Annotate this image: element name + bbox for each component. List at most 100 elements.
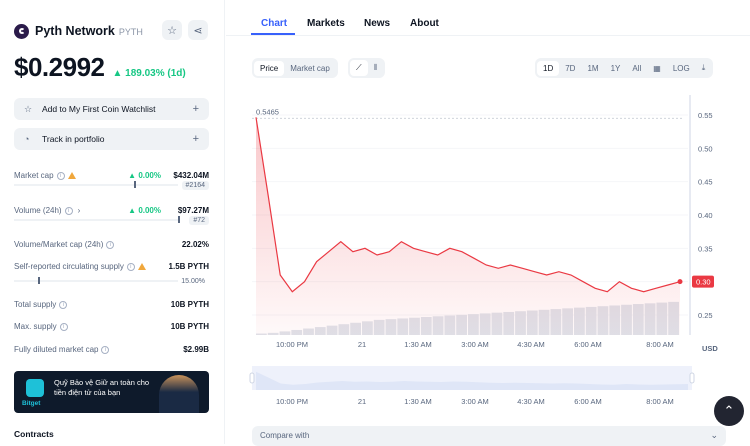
add-watchlist-button[interactable]: ☆ Add to My First Coin Watchlist + xyxy=(14,98,209,120)
chevron-right-icon[interactable]: › xyxy=(78,206,81,215)
bitget-logo-icon xyxy=(26,379,44,397)
volume-stat: Volume (24h) i › ▲ 0.00% $97.27M #72 xyxy=(14,206,209,230)
info-icon[interactable]: i xyxy=(106,240,115,249)
x-tick-label: 1:30 AM xyxy=(404,340,432,349)
tab-chart[interactable]: Chart xyxy=(261,18,287,29)
plus-icon: + xyxy=(192,133,199,145)
info-icon[interactable]: i xyxy=(126,262,135,271)
navigator-tick-label: 1:30 AM xyxy=(404,397,432,406)
tab-markets[interactable]: Markets xyxy=(307,18,345,29)
coin-symbol: PYTH xyxy=(118,27,143,37)
ad-person-image xyxy=(159,375,199,413)
coin-price: $0.2992 xyxy=(14,52,105,82)
warning-icon[interactable] xyxy=(137,263,146,271)
range-navigator[interactable]: 10:00 PM 21 1:30 AM 3:00 AM 4:30 AM 6:00 AM 8:… xyxy=(248,366,696,424)
x-tick-label: 4:30 AM xyxy=(517,340,545,349)
total-supply-label: Total supply xyxy=(14,300,57,309)
vol-mcap-value: 22.02% xyxy=(181,240,209,249)
calendar-icon[interactable]: ▦ xyxy=(647,61,667,76)
track-portfolio-label: Track in portfolio xyxy=(42,134,105,144)
volume-rank: #72 xyxy=(189,216,209,225)
market-cap-label: Market cap xyxy=(14,171,54,180)
chevron-down-icon: ⌄ xyxy=(710,430,718,440)
y-tick-label: 0.55 xyxy=(698,111,713,120)
range-toggle: 1D 7D 1M 1Y All ▦ LOG ⤓ xyxy=(535,58,714,78)
circ-supply-pct: 15.00% xyxy=(181,278,205,285)
ad-text: Quỹ Bảo vệ Giữ an toàn cho tiền điện tử … xyxy=(54,378,150,397)
market-cap-change: ▲ 0.00% xyxy=(128,171,161,180)
high-value-label: 0.5465 xyxy=(256,107,279,116)
navigator-tick-label: 8:00 AM xyxy=(646,397,674,406)
x-tick-label: 6:00 AM xyxy=(574,340,602,349)
circ-supply-value: 1.5B PYTH xyxy=(168,262,209,271)
track-portfolio-button[interactable]: ◔ Track in portfolio + xyxy=(14,128,209,150)
currency-label: USD xyxy=(702,344,718,353)
max-supply-stat: Max. supply i 10B PYTH xyxy=(14,322,209,334)
range-1y[interactable]: 1Y xyxy=(605,61,627,76)
range-7d[interactable]: 7D xyxy=(559,61,581,76)
max-supply-label: Max. supply xyxy=(14,322,57,331)
contracts-heading: Contracts xyxy=(14,429,54,439)
navigator-tick-label: 3:00 AM xyxy=(461,397,489,406)
info-icon[interactable]: i xyxy=(56,171,65,180)
navigator-tick-label: 6:00 AM xyxy=(574,397,602,406)
chart-type-toggle: Price Market cap xyxy=(252,58,338,78)
navigator-tick-label: 21 xyxy=(358,397,366,406)
volume-bar xyxy=(14,216,180,223)
y-tick-label: 0.35 xyxy=(698,244,713,253)
info-icon[interactable]: i xyxy=(64,206,73,215)
y-tick-label: 0.40 xyxy=(698,211,713,220)
volume-change: ▲ 0.00% xyxy=(128,206,161,215)
pyth-logo-icon xyxy=(14,23,29,39)
add-watchlist-label: Add to My First Coin Watchlist xyxy=(42,104,156,114)
y-tick-label: 0.25 xyxy=(698,311,713,320)
coin-name: Pyth Network xyxy=(35,24,115,38)
x-tick-label: 8:00 AM xyxy=(646,340,674,349)
range-1d[interactable]: 1D xyxy=(537,60,560,76)
compare-with-dropdown[interactable]: Compare with ⌄ xyxy=(252,426,726,446)
range-1m[interactable]: 1M xyxy=(581,61,604,76)
tab-news[interactable]: News xyxy=(364,18,390,29)
market-cap-bar xyxy=(14,181,178,188)
volume-value: $97.27M xyxy=(177,206,209,215)
bitget-ad-banner[interactable]: Bitget Quỹ Bảo vệ Giữ an toàn cho tiền đ… xyxy=(14,371,209,413)
market-cap-toggle[interactable]: Market cap xyxy=(284,61,336,76)
x-tick-label: 21 xyxy=(358,340,366,349)
scroll-to-top-button[interactable]: ⌃ xyxy=(714,396,744,426)
vol-mcap-stat: Volume/Market cap (24h) i 22.02% xyxy=(14,240,209,252)
price-chart[interactable]: 0.550.500.450.400.350.300.250.54650.3010… xyxy=(252,95,722,355)
pie-chart-icon: ◔ xyxy=(24,134,30,144)
market-cap-rank: #2164 xyxy=(181,181,209,190)
star-icon[interactable]: ☆ xyxy=(162,20,182,40)
chart-style-toggle: ⟋ ⫴ xyxy=(348,58,385,78)
line-chart-icon[interactable]: ⟋ xyxy=(350,60,368,76)
tab-about[interactable]: About xyxy=(410,18,439,29)
price-toggle[interactable]: Price xyxy=(254,60,285,76)
coin-summary-panel: Pyth Network PYTH ☆ ⋖ $0.2992 ▲ 189.03% … xyxy=(0,0,225,444)
chart-panel: Chart Markets News About Price Market ca… xyxy=(226,0,750,446)
price-change: ▲ 189.03% (1d) xyxy=(112,68,186,79)
navigator-handle-right xyxy=(689,372,695,384)
y-tick-label: 0.45 xyxy=(698,178,713,187)
compare-with-label: Compare with xyxy=(260,431,310,440)
log-toggle[interactable]: LOG xyxy=(667,61,696,76)
circ-supply-bar xyxy=(14,277,178,284)
download-icon[interactable]: ⤓ xyxy=(696,60,712,76)
share-icon[interactable]: ⋖ xyxy=(188,20,208,40)
range-all[interactable]: All xyxy=(626,61,647,76)
current-price-dot xyxy=(677,279,683,285)
warning-icon[interactable] xyxy=(67,172,76,180)
vol-mcap-label: Volume/Market cap (24h) xyxy=(14,240,104,249)
candlestick-icon[interactable]: ⫴ xyxy=(368,60,383,76)
circ-supply-stat: Self-reported circulating supply i 1.5B P… xyxy=(14,262,209,288)
info-icon[interactable]: i xyxy=(59,300,68,309)
total-supply-value: 10B PYTH xyxy=(170,300,209,309)
price-row: $0.2992 ▲ 189.03% (1d) xyxy=(14,52,186,83)
fdmc-stat: Fully diluted market cap i $2.99B xyxy=(14,345,209,357)
navigator-tick-label: 4:30 AM xyxy=(517,397,545,406)
ad-brand: Bitget xyxy=(22,400,41,407)
navigator-handle-left xyxy=(249,372,255,384)
active-tab-indicator xyxy=(251,33,295,35)
info-icon[interactable]: i xyxy=(101,345,110,354)
info-icon[interactable]: i xyxy=(59,322,68,331)
